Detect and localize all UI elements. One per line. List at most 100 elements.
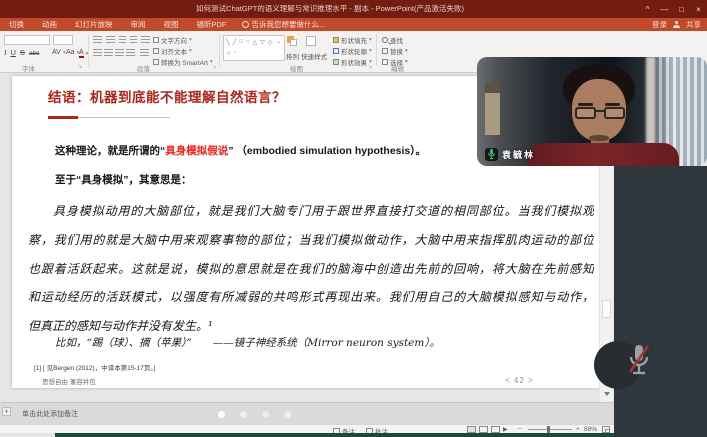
shape-glyph[interactable]: ▽ [260,39,265,46]
replace-button[interactable]: 替换▾ [382,46,408,56]
chevron-down-icon: ▾ [189,37,192,43]
sign-in-button[interactable]: 登录 [652,19,667,30]
ribbon-tab[interactable]: 审阅 [122,18,155,31]
ribbon-tab[interactable]: 动画 [33,18,66,31]
ribbon-tab[interactable]: 幻灯片放映 [66,18,122,31]
font-style-button[interactable]: S [20,48,25,57]
editing-group-label: 编辑 [391,63,404,73]
shape-glyph[interactable]: ╱ [233,39,237,46]
font-style-button[interactable]: abc [29,50,39,57]
quick-styles-icon [306,36,316,46]
webcam-video[interactable]: 袁毓林 [477,57,707,166]
tell-me-label: 告诉我您想要做什么... [252,19,326,30]
lightbulb-icon [242,21,249,28]
shape-glyph[interactable]: ◇ [268,39,273,46]
paragraph-group-label: 段落 [137,63,150,73]
shape-glyph[interactable]: → [275,39,281,46]
maximize-button[interactable]: □ [673,0,690,18]
text-direction-button[interactable]: 文字方向▾ [153,35,192,45]
zoom-out-button[interactable]: − [518,426,522,433]
carousel-dot [240,411,247,418]
char-spacing-button[interactable]: AV▾ [52,49,66,56]
shape-fill-button[interactable]: 形状填充▾ [333,35,372,45]
normal-view-button[interactable] [467,426,476,433]
tell-me-box[interactable]: 告诉我您想要做什么... [242,19,326,30]
search-icon [382,37,388,43]
group-divider [376,34,377,66]
shape-effects-icon [333,59,339,65]
numbering-icon[interactable] [106,36,115,43]
close-button[interactable]: × [690,0,707,18]
quick-styles-button[interactable]: 快速样式 [301,51,327,61]
smartart-button[interactable]: 转换为 SmartArt▾ [153,57,213,67]
font-name-input[interactable] [4,35,50,45]
shape-glyph[interactable]: □ [239,39,243,46]
change-case-button[interactable]: Aa▾ [66,49,79,56]
shape-glyph[interactable]: ╲ [226,39,230,46]
decrease-indent-icon[interactable] [119,36,126,43]
shape-glyph[interactable]: ☆ [226,50,231,57]
align-right-icon[interactable] [115,49,124,56]
zoom-level[interactable]: 88% [584,426,597,433]
drawing-dialog-launcher[interactable]: ↘ [368,64,372,70]
chevron-down-icon: ▾ [369,48,372,54]
align-left-icon[interactable] [93,49,102,56]
shape-gallery[interactable]: ╲╱□○△▽◇→ ☆◦ [223,35,285,61]
ribbon-tab[interactable]: 福昕PDF [188,18,236,31]
slideshow-button[interactable]: ▶ [503,426,508,433]
glasses [575,107,625,119]
zoom-in-icon: + [576,426,580,433]
increase-indent-icon[interactable] [130,36,137,43]
shape-fill-icon [333,37,339,43]
minimize-button[interactable]: — [656,0,673,18]
chevron-down-icon [604,392,610,396]
group-divider [88,34,89,66]
arrange-button[interactable]: 排列 [286,51,299,61]
window-controls: ^ — □ × [639,0,707,18]
reading-view-button[interactable] [491,426,500,433]
ribbon-tab[interactable]: 切换 [0,18,33,31]
status-bar: 备注 批注 ▶ − + 88% [0,424,707,433]
fit-slide-button[interactable] [602,426,610,433]
ribbon-tabs: 切换动画幻灯片放映审阅视图福昕PDF [0,18,236,31]
title-bar: 如何测试ChatGPT的语义理解与常识推理水平 - 副本 - PowerPoin… [0,0,707,18]
bullets-icon[interactable] [93,36,102,43]
shape-glyph[interactable]: △ [253,39,258,46]
find-button[interactable]: 查找 [382,35,403,45]
shape-glyph[interactable]: ◦ [234,50,236,57]
font-style-button[interactable]: I [4,48,7,57]
font-style-buttons: IUSabc [4,48,39,57]
font-size-input[interactable] [53,35,73,45]
zoom-in-button[interactable]: + [576,426,580,433]
shape-effects-button[interactable]: 形状效果▾ [333,57,372,67]
ribbon-tab[interactable]: 视图 [155,18,188,31]
collapse-pane-button[interactable]: ▾ [2,407,11,416]
zoom-slider[interactable] [528,429,572,430]
muted-microphone-icon[interactable] [626,342,652,382]
next-slide-button[interactable] [601,389,612,399]
notes-pane[interactable]: ▾ 单击此处添加备注 [0,402,707,424]
ribbon-options-icon[interactable]: ^ [639,0,656,18]
align-text-button[interactable]: 对齐文本▾ [153,46,192,56]
line-spacing-icon[interactable] [141,36,150,43]
font-dialog-launcher[interactable]: ↘ [78,64,82,70]
justify-icon[interactable] [126,49,135,56]
title-underline [78,117,170,118]
align-center-icon[interactable] [104,49,113,56]
font-style-button[interactable]: U [11,48,16,57]
drawing-group-label: 绘图 [290,63,303,73]
window-title: 如何测试ChatGPT的语义理解与常识推理水平 - 副本 - PowerPoin… [0,0,660,18]
slide-sorter-button[interactable] [479,426,488,433]
shape-outline-button[interactable]: 形状轮廓▾ [333,46,372,56]
shape-glyph[interactable]: ○ [246,39,250,46]
carousel-dot [284,411,291,418]
scrollbar-thumb[interactable] [602,300,611,318]
align-text-icon [153,48,159,54]
title-underline-accent [48,116,78,119]
columns-icon[interactable] [140,49,149,56]
share-button[interactable]: 共享 [686,19,701,30]
paragraph-dialog-launcher[interactable]: ↘ [212,64,216,70]
shape-outline-icon [333,48,339,54]
shelf [485,83,500,135]
zoom-slider-thumb[interactable] [547,426,550,433]
